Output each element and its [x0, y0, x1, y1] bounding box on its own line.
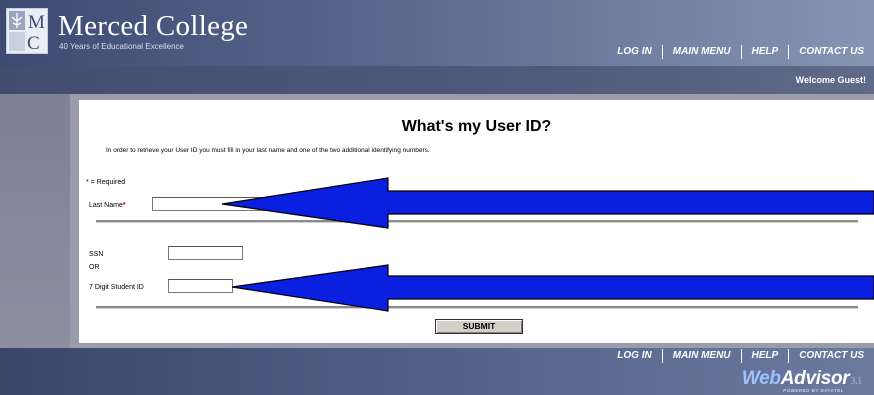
welcome-message: Welcome Guest! [795, 75, 866, 85]
nav-help[interactable]: Help [742, 45, 789, 59]
svg-text:M: M [28, 12, 45, 33]
user-id-form-panel: What's my User ID? In order to retrieve … [79, 100, 874, 343]
webadvisor-logo: WebAdvisor3.1 [742, 368, 862, 390]
college-seal-icon: M C [9, 11, 45, 53]
student-id-input[interactable] [168, 279, 233, 293]
nav-contact-us[interactable]: Contact Us [789, 349, 874, 363]
nav-contact-us[interactable]: Contact Us [789, 45, 874, 59]
college-name: Merced College [58, 10, 249, 42]
powered-by-text: POWERED BY DATATEL [783, 388, 844, 393]
svg-text:C: C [27, 33, 40, 53]
version-number: 3.1 [850, 376, 862, 387]
submit-button[interactable]: SUBMIT [435, 319, 523, 334]
site-footer: Log In Main Menu Help Contact Us WebAdvi… [0, 348, 874, 395]
section-divider [96, 220, 858, 223]
top-nav: Log In Main Menu Help Contact Us [607, 44, 874, 60]
required-legend: * = Required [86, 179, 126, 186]
nav-log-in[interactable]: Log In [607, 45, 661, 59]
nav-main-menu[interactable]: Main Menu [663, 45, 741, 59]
last-name-input[interactable] [152, 197, 377, 211]
brand-advisor: Advisor [780, 368, 850, 389]
last-name-label: Last Name [89, 202, 123, 209]
bottom-nav: Log In Main Menu Help Contact Us [607, 348, 874, 364]
section-divider [96, 306, 858, 309]
last-name-label-group: Last Name* [89, 202, 126, 209]
college-logo[interactable]: M C [6, 8, 48, 54]
instructions-text: In order to retrieve your User ID you mu… [106, 147, 430, 154]
required-asterisk: * [122, 202, 126, 209]
student-id-label: 7 Digit Student ID [89, 284, 144, 291]
site-header: M C Merced College 40 Years of Education… [0, 0, 874, 66]
or-label: OR [89, 264, 100, 271]
ssn-input[interactable] [168, 246, 243, 260]
nav-help[interactable]: Help [742, 349, 789, 363]
college-tagline: 40 Years of Educational Excellence [59, 42, 184, 51]
page-title: What's my User ID? [401, 118, 552, 135]
brand-web: Web [741, 368, 781, 389]
welcome-bar: Welcome Guest! [0, 66, 874, 94]
ssn-label: SSN [89, 251, 104, 258]
nav-log-in[interactable]: Log In [607, 349, 661, 363]
nav-main-menu[interactable]: Main Menu [663, 349, 741, 363]
